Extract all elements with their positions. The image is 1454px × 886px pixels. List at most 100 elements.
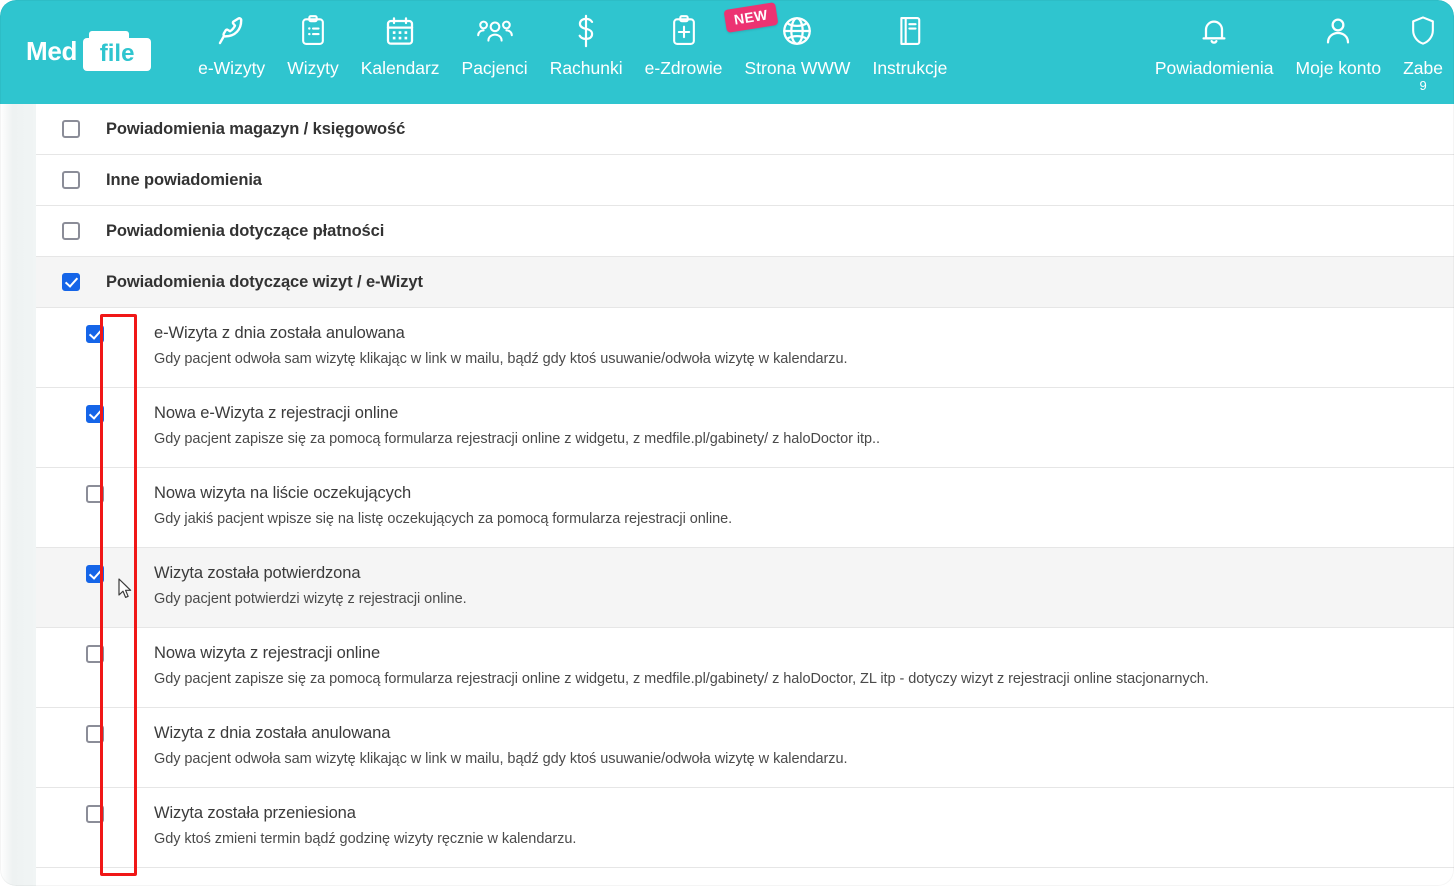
nav-item-instrukcje[interactable]: Instrukcje xyxy=(861,8,958,78)
subitem-checkbox[interactable] xyxy=(86,565,104,583)
checkbox-cell[interactable] xyxy=(36,171,106,189)
nav-item-strona-www[interactable]: NEW Strona WWW xyxy=(723,2,861,78)
table-row-subitem[interactable]: Nowa wizyta z rejestracji online Gdy pac… xyxy=(36,628,1454,708)
subitem-body: Nowa e-Wizyta z rejestracji online Gdy p… xyxy=(154,388,894,467)
nav-items: e-Wizyty Wizyty Kalendarz Pacjenci Rachu… xyxy=(187,2,958,78)
table-row-subitem[interactable]: Nowa wizyta na liście oczekujących Gdy j… xyxy=(36,468,1454,548)
checkbox-cell[interactable] xyxy=(36,308,154,343)
dollar-icon xyxy=(573,8,599,54)
subitem-body: Nowa wizyta na liście oczekujących Gdy j… xyxy=(154,468,746,547)
left-gutter xyxy=(0,104,36,886)
subitem-title: e-Wizyta z dnia została anulowana xyxy=(154,324,405,342)
nav-label: Zabe xyxy=(1403,58,1443,78)
category-checkbox[interactable] xyxy=(62,273,80,291)
checkbox-cell[interactable] xyxy=(36,120,106,138)
checkbox-cell[interactable] xyxy=(36,468,154,503)
nav-item-pacjenci[interactable]: Pacjenci xyxy=(451,8,539,78)
subitem-title: Wizyta została potwierdzona xyxy=(154,564,361,582)
subitem-checkbox[interactable] xyxy=(86,645,104,663)
globe-icon xyxy=(780,8,814,54)
checkbox-cell[interactable] xyxy=(36,548,154,583)
subitem-checkbox[interactable] xyxy=(86,725,104,743)
checkbox-cell[interactable] xyxy=(36,222,106,240)
book-icon xyxy=(895,8,925,54)
table-row-subitem[interactable]: Wizyta została przeniesiona Gdy ktoś zmi… xyxy=(36,788,1454,868)
subitem-description: Gdy pacjent zapisze się za pomocą formul… xyxy=(154,671,1209,687)
logo-folder-icon: file xyxy=(83,31,152,71)
medfile-logo[interactable]: Med file xyxy=(26,30,152,72)
shield-icon xyxy=(1408,8,1438,54)
calendar-icon xyxy=(384,8,416,54)
nav-label: Pacjenci xyxy=(461,58,528,78)
checkbox-cell[interactable] xyxy=(36,708,154,743)
nav-label: Rachunki xyxy=(549,58,623,78)
subitem-description: Gdy jakiś pacjent wpisze się na listę oc… xyxy=(154,511,733,527)
logo-text-file: file xyxy=(99,39,135,67)
nav-label: Instrukcje xyxy=(872,58,948,78)
table-row-subitem[interactable]: Wizyta z dnia została anulowana Gdy pacj… xyxy=(36,708,1454,788)
subitem-title: Nowa wizyta na liście oczekujących xyxy=(154,484,412,502)
nav-label: Strona WWW xyxy=(744,58,851,78)
nav-item-zabezpieczenia[interactable]: Zabe 9 xyxy=(1392,8,1454,93)
subitem-description: Gdy pacjent potwierdzi wizytę z rejestra… xyxy=(154,591,467,607)
nav-item-wizyty[interactable]: Wizyty xyxy=(276,8,350,78)
subitem-body: Wizyta z dnia została anulowana Gdy pacj… xyxy=(154,708,861,787)
category-checkbox[interactable] xyxy=(62,171,80,189)
subitem-body: Wizyta została przeniesiona Gdy ktoś zmi… xyxy=(154,788,590,867)
subitem-checkbox[interactable] xyxy=(86,405,104,423)
table-row-subitem[interactable]: Wizyta została potwierdzona Gdy pacjent … xyxy=(36,548,1454,628)
logo-folder-body: file xyxy=(83,38,152,71)
phone-icon xyxy=(215,8,249,54)
subitem-description: Gdy pacjent odwoła sam wizytę klikając w… xyxy=(154,351,848,367)
nav-sublabel: 9 xyxy=(1419,78,1427,93)
table-row-category[interactable]: Powiadomienia magazyn / księgowość xyxy=(36,104,1454,155)
subitem-description: Gdy pacjent odwoła sam wizytę klikając w… xyxy=(154,751,848,767)
subitem-description: Gdy pacjent zapisze się za pomocą formul… xyxy=(154,431,880,447)
nav-item-rachunki[interactable]: Rachunki xyxy=(539,8,634,78)
checkbox-cell[interactable] xyxy=(36,788,154,823)
subitem-body: Wizyta została potwierdzona Gdy pacjent … xyxy=(154,548,481,627)
nav-item-powiadomienia[interactable]: Powiadomienia xyxy=(1144,8,1285,78)
bell-icon xyxy=(1198,8,1230,54)
category-checkbox[interactable] xyxy=(62,222,80,240)
nav-item-e-zdrowie[interactable]: e-Zdrowie xyxy=(634,8,734,78)
nav-right-items: Powiadomienia Moje konto Zabe 9 xyxy=(1144,8,1454,93)
category-label: Powiadomienia magazyn / księgowość xyxy=(106,119,406,138)
nav-label: Kalendarz xyxy=(360,58,440,78)
subitem-title: Wizyta z dnia została anulowana xyxy=(154,724,391,742)
subitem-body: Nowa wizyta z rejestracji online Gdy pac… xyxy=(154,628,1223,707)
app-window: Med file e-Wizyty Wizyty Kalendarz Pacje… xyxy=(0,0,1454,886)
table-row-category[interactable]: Inne powiadomienia xyxy=(36,155,1454,206)
subitem-title: Nowa e-Wizyta z rejestracji online xyxy=(154,404,399,422)
checkbox-cell[interactable] xyxy=(36,388,154,423)
table-row-subitem[interactable]: Nowa e-Wizyta z rejestracji online Gdy p… xyxy=(36,388,1454,468)
nav-item-kalendarz[interactable]: Kalendarz xyxy=(350,8,451,78)
notifications-settings-table: Powiadomienia magazyn / księgowość Inne … xyxy=(36,104,1454,886)
table-row-category[interactable]: Powiadomienia dotyczące wizyt / e-Wizyt xyxy=(36,257,1454,308)
nav-label: e-Zdrowie xyxy=(644,58,723,78)
category-label: Powiadomienia dotyczące płatności xyxy=(106,221,385,240)
clipboard-list-icon xyxy=(298,8,328,54)
people-group-icon xyxy=(476,8,513,54)
top-navigation-bar: Med file e-Wizyty Wizyty Kalendarz Pacje… xyxy=(0,0,1454,104)
category-checkbox[interactable] xyxy=(62,120,80,138)
table-row-subitem[interactable]: e-Wizyta z dnia została anulowana Gdy pa… xyxy=(36,308,1454,388)
nav-item-e-wizyty[interactable]: e-Wizyty xyxy=(187,8,276,78)
subitem-checkbox[interactable] xyxy=(86,325,104,343)
subitem-body: e-Wizyta z dnia została anulowana Gdy pa… xyxy=(154,308,861,387)
user-icon xyxy=(1322,8,1354,54)
subitem-checkbox[interactable] xyxy=(86,485,104,503)
nav-label: Powiadomienia xyxy=(1154,58,1274,78)
category-label: Inne powiadomienia xyxy=(106,170,262,189)
subitem-title: Nowa wizyta z rejestracji online xyxy=(154,644,381,662)
table-row-category[interactable]: Powiadomienia dotyczące płatności xyxy=(36,206,1454,257)
nav-item-moje-konto[interactable]: Moje konto xyxy=(1285,8,1393,78)
subitem-checkbox[interactable] xyxy=(86,805,104,823)
nav-label: Moje konto xyxy=(1295,58,1382,78)
logo-text-med: Med xyxy=(26,36,78,66)
checkbox-cell[interactable] xyxy=(36,273,106,291)
clipboard-plus-icon xyxy=(669,8,699,54)
category-label: Powiadomienia dotyczące wizyt / e-Wizyt xyxy=(106,272,423,291)
checkbox-cell[interactable] xyxy=(36,628,154,663)
subitem-title: Wizyta została przeniesiona xyxy=(154,804,356,822)
